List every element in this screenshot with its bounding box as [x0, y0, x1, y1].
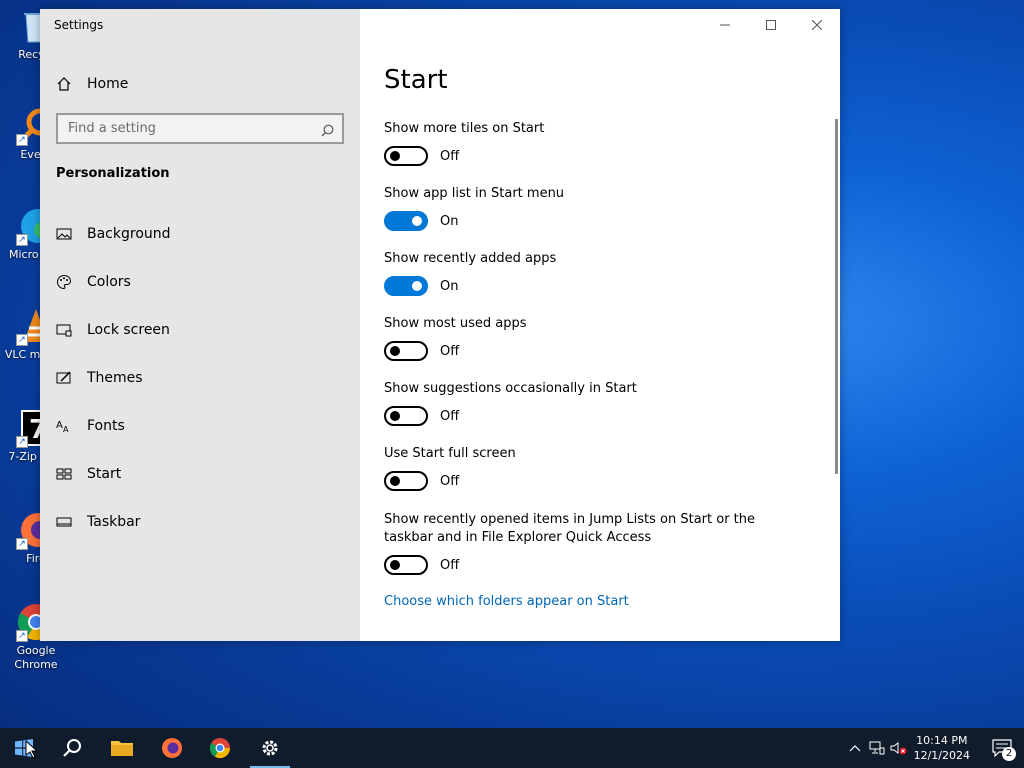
nav-item-lock-screen[interactable]: Lock screen: [56, 306, 346, 354]
search-icon: [63, 739, 81, 757]
window-title: Settings: [54, 18, 104, 32]
toggle-switch[interactable]: [384, 211, 428, 231]
start-tiles-icon: [56, 466, 72, 482]
toggle-switch[interactable]: [384, 555, 428, 575]
search-box[interactable]: [56, 113, 344, 144]
nav-item-label: Background: [87, 226, 171, 242]
setting-label: Use Start full screen: [384, 446, 516, 461]
toggle-state: On: [440, 213, 459, 229]
svg-text:A: A: [56, 420, 63, 431]
start-button[interactable]: [0, 728, 48, 768]
taskbar-firefox[interactable]: [148, 728, 196, 768]
lock-screen-icon: [56, 322, 72, 338]
nav-item-label: Fonts: [87, 418, 125, 434]
settings-nav-pane: Settings Home Personalization Background: [40, 9, 360, 641]
home-icon: [56, 76, 72, 92]
toggle-knob: [412, 216, 422, 226]
nav-section-title: Personalization: [56, 166, 170, 181]
setting-full-screen: Use Start full screen Off: [384, 445, 804, 491]
nav-item-label: Start: [87, 466, 122, 482]
image-icon: [56, 226, 72, 242]
toggle-state: On: [440, 278, 459, 294]
nav-item-colors[interactable]: Colors: [56, 258, 346, 306]
nav-item-taskbar[interactable]: Taskbar: [56, 498, 346, 546]
setting-jump-lists: Show recently opened items in Jump Lists…: [384, 511, 794, 575]
toggle-state: Off: [440, 343, 460, 359]
toggle-switch[interactable]: [384, 146, 428, 166]
mouse-cursor-icon: [25, 740, 37, 758]
clock-date: 12/1/2024: [913, 749, 970, 762]
nav-item-label: Lock screen: [87, 322, 170, 338]
system-tray: 10:14 PM 12/1/2024 2: [844, 728, 1024, 768]
taskbar: 10:14 PM 12/1/2024 2: [0, 728, 1024, 768]
taskbar-settings[interactable]: [246, 728, 294, 768]
gear-icon: [262, 740, 278, 756]
toggle-switch[interactable]: [384, 276, 428, 296]
toggle-knob: [390, 151, 400, 161]
search-icon[interactable]: [321, 122, 334, 137]
choose-folders-link[interactable]: Choose which folders appear on Start: [384, 594, 629, 609]
clock[interactable]: 10:14 PM 12/1/2024: [914, 733, 970, 763]
toggle-knob: [412, 281, 422, 291]
palette-icon: [56, 274, 72, 290]
setting-recently-added: Show recently added apps On: [384, 250, 804, 296]
setting-label: Show recently opened items in Jump Lists…: [384, 512, 756, 545]
nav-item-start[interactable]: Start: [56, 450, 346, 498]
fonts-icon: AA: [56, 418, 72, 434]
toggle-switch[interactable]: [384, 341, 428, 361]
toggle-knob: [390, 560, 400, 570]
setting-most-used: Show most used apps Off: [384, 315, 804, 361]
desktop-icon-label: Google Chrome: [14, 644, 58, 671]
search-input[interactable]: [58, 115, 308, 142]
nav-item-label: Colors: [87, 274, 131, 290]
nav-item-label: Themes: [87, 370, 143, 386]
taskbar-chrome[interactable]: [196, 728, 244, 768]
toggle-knob: [390, 476, 400, 486]
setting-label: Show recently added apps: [384, 251, 557, 266]
toggle-switch[interactable]: [384, 471, 428, 491]
volume-muted-icon: [890, 742, 907, 755]
toggle-state: Off: [440, 557, 460, 573]
toggle-switch[interactable]: [384, 406, 428, 426]
nav-item-themes[interactable]: Themes: [56, 354, 346, 402]
setting-label: Show most used apps: [384, 316, 527, 331]
taskbar-file-explorer[interactable]: [98, 728, 146, 768]
show-hidden-icons-button[interactable]: [844, 728, 866, 768]
action-center-button[interactable]: 2: [980, 728, 1024, 768]
chrome-icon: [209, 738, 231, 759]
toggle-knob: [390, 346, 400, 356]
toggle-state: Off: [440, 408, 460, 424]
taskbar-search-button[interactable]: [48, 728, 96, 768]
toggle-state: Off: [440, 148, 460, 164]
toggle-knob: [390, 411, 400, 421]
nav-home-label: Home: [87, 76, 129, 92]
scrollbar[interactable]: [835, 119, 838, 474]
firefox-icon: [162, 738, 182, 758]
themes-icon: [56, 370, 72, 386]
settings-content: Start Show more tiles on Start Off Show …: [384, 9, 824, 641]
notification-count-badge: 2: [1002, 747, 1016, 761]
network-button[interactable]: [866, 728, 888, 768]
nav-list: Background Colors Lock screen Themes A A…: [56, 210, 346, 546]
taskbar-icon: [56, 514, 72, 530]
nav-item-fonts[interactable]: AA Fonts: [56, 402, 346, 450]
toggle-state: Off: [440, 473, 460, 489]
setting-label: Show suggestions occasionally in Start: [384, 381, 637, 396]
setting-label: Show app list in Start menu: [384, 186, 565, 201]
chevron-up-icon: [849, 745, 861, 752]
setting-label: Show more tiles on Start: [384, 121, 545, 136]
nav-home[interactable]: Home: [56, 72, 346, 96]
settings-window: Settings Home Personalization Background: [40, 9, 840, 641]
setting-app-list: Show app list in Start menu On: [384, 185, 804, 231]
network-icon: [869, 741, 885, 755]
setting-more-tiles: Show more tiles on Start Off: [384, 120, 804, 166]
setting-suggestions: Show suggestions occasionally in Start O…: [384, 380, 804, 426]
nav-item-background[interactable]: Background: [56, 210, 346, 258]
svg-text:A: A: [63, 425, 69, 434]
clock-time: 10:14 PM: [916, 734, 968, 747]
nav-item-label: Taskbar: [87, 514, 141, 530]
folder-icon: [111, 741, 133, 756]
volume-button[interactable]: [888, 728, 910, 768]
page-title: Start: [384, 65, 448, 95]
